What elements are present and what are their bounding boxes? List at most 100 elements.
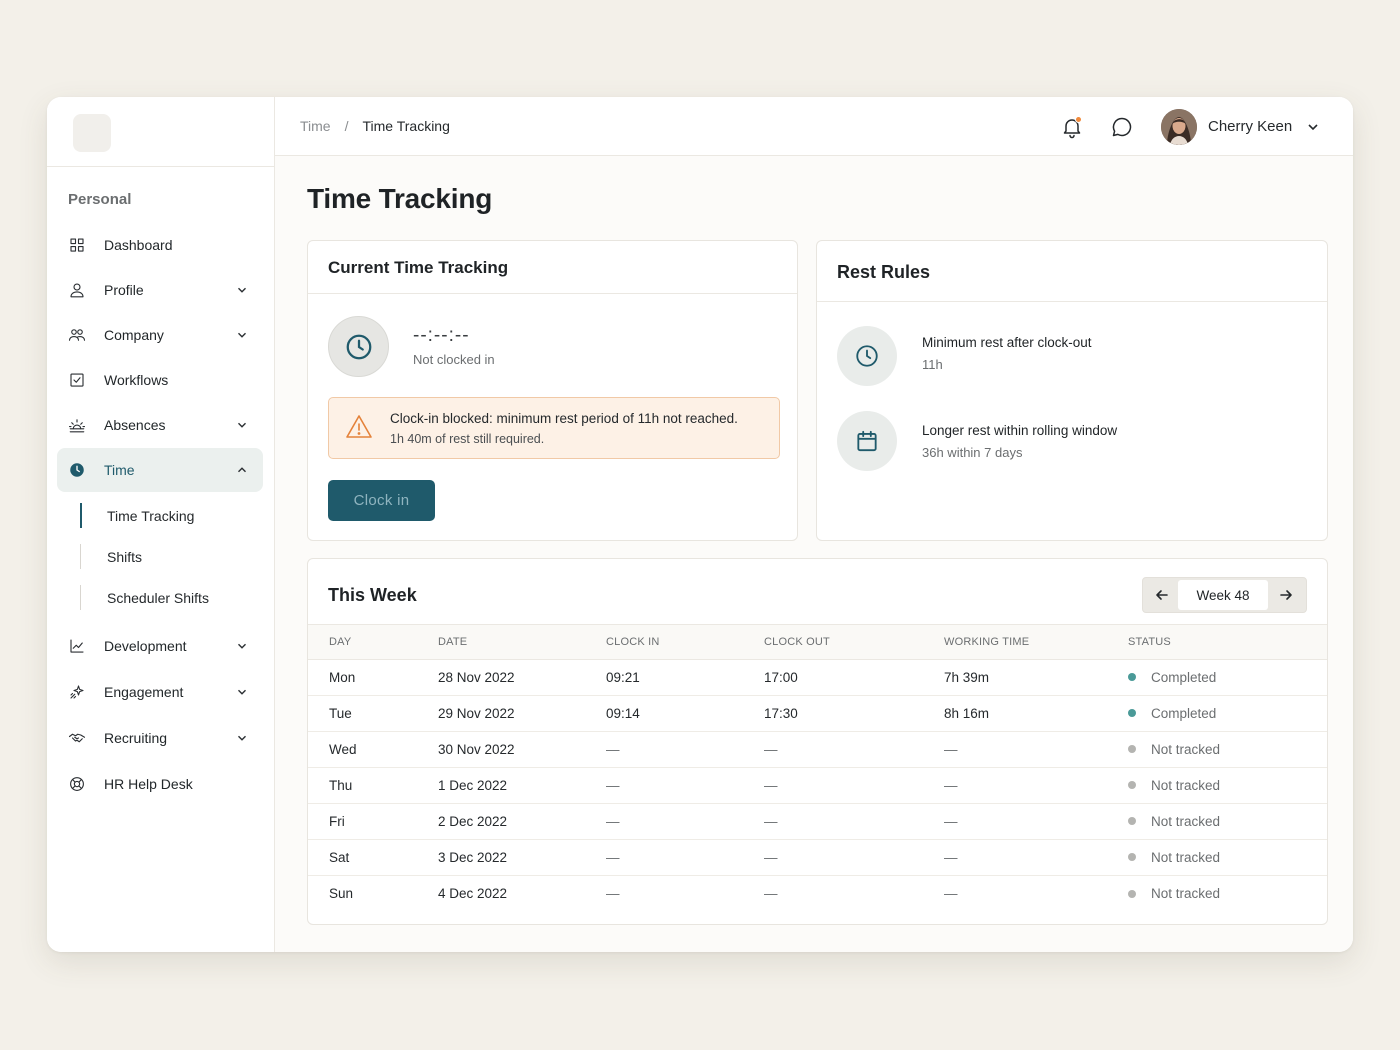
chevron-up-icon[interactable] xyxy=(235,463,249,477)
clock-status: Not clocked in xyxy=(413,352,495,367)
column-header-day: DAY xyxy=(329,636,352,648)
cell-day: Wed xyxy=(329,742,357,757)
week-table: DAY DATE CLOCK IN CLOCK OUT WORKING TIME… xyxy=(308,624,1327,912)
sidebar-item-label: Absences xyxy=(104,417,166,433)
table-row[interactable]: Thu 1 Dec 2022 — — — Not tracked xyxy=(308,768,1327,804)
table-row[interactable]: Sun 4 Dec 2022 — — — Not tracked xyxy=(308,876,1327,912)
main-content: Time / Time Tracking Cherry Keen Time Tr… xyxy=(275,97,1353,952)
cell-status: Not tracked xyxy=(1128,876,1327,912)
cell-clock-in: — xyxy=(606,778,620,793)
rest-rules-card: Rest Rules Minimum rest after clock-out … xyxy=(816,240,1328,541)
logo-area xyxy=(47,97,274,167)
page-title: Time Tracking xyxy=(307,183,493,214)
sidebar-item-absences[interactable]: Absences xyxy=(57,403,263,447)
column-header-clock-in: CLOCK IN xyxy=(606,636,660,648)
cell-working-time: 8h 16m xyxy=(944,706,990,721)
calendar-icon xyxy=(837,411,897,471)
cell-date: 30 Nov 2022 xyxy=(438,742,515,757)
table-row[interactable]: Tue 29 Nov 2022 09:14 17:30 8h 16m Completed xyxy=(308,696,1327,732)
logo[interactable] xyxy=(73,114,111,152)
card-title: Rest Rules xyxy=(837,262,931,282)
cell-day: Mon xyxy=(329,670,356,685)
card-header: Rest Rules xyxy=(817,241,1327,302)
cell-status: Completed xyxy=(1128,696,1327,732)
sparkle-icon xyxy=(67,682,87,702)
sidebar-item-profile[interactable]: Profile xyxy=(57,268,263,312)
sidebar-item-company[interactable]: Company xyxy=(57,313,263,357)
lifebuoy-icon xyxy=(67,774,87,794)
clock-icon xyxy=(67,460,87,480)
cell-day: Sat xyxy=(329,850,350,865)
breadcrumb-time[interactable]: Time xyxy=(300,118,331,134)
cell-status: Not tracked xyxy=(1128,732,1327,768)
section-label: Personal xyxy=(68,191,132,208)
chevron-down-icon[interactable] xyxy=(1305,119,1321,135)
sidebar-item-development[interactable]: Development xyxy=(57,624,263,668)
status-badge: Not tracked xyxy=(1151,778,1221,793)
status-badge: Completed xyxy=(1151,706,1217,721)
chevron-down-icon[interactable] xyxy=(235,283,249,297)
topbar: Time / Time Tracking Cherry Keen xyxy=(275,97,1353,156)
cell-clock-out: — xyxy=(764,886,778,902)
cell-date: 1 Dec 2022 xyxy=(438,778,508,793)
grid-icon xyxy=(67,235,87,255)
status-dot xyxy=(1128,745,1136,754)
breadcrumb-current: Time Tracking xyxy=(362,118,450,134)
user-name[interactable]: Cherry Keen xyxy=(1208,118,1292,135)
arrow-left-icon[interactable] xyxy=(1153,586,1171,604)
cell-clock-in: 09:14 xyxy=(606,706,640,721)
avatar[interactable] xyxy=(1161,109,1197,145)
sidebar-subitem-scheduler-shifts[interactable]: Scheduler Shifts xyxy=(80,577,263,618)
table-row[interactable]: Wed 30 Nov 2022 — — — Not tracked xyxy=(308,732,1327,768)
table-row[interactable]: Fri 2 Dec 2022 — — — Not tracked xyxy=(308,804,1327,840)
arrow-right-icon[interactable] xyxy=(1277,586,1295,604)
sidebar-item-label: Profile xyxy=(104,282,144,298)
chevron-down-icon[interactable] xyxy=(235,328,249,342)
chevron-down-icon[interactable] xyxy=(235,418,249,432)
cell-day: Fri xyxy=(329,814,345,829)
cell-working-time: — xyxy=(944,742,958,757)
sidebar: Personal Dashboard Profile Company Workf… xyxy=(47,97,275,952)
sidebar-item-engagement[interactable]: Engagement xyxy=(57,670,263,714)
status-badge: Not tracked xyxy=(1151,886,1221,902)
status-dot xyxy=(1128,673,1136,682)
sidebar-subitem-time-tracking[interactable]: Time Tracking xyxy=(79,495,263,536)
chat-icon[interactable] xyxy=(1110,115,1134,139)
cell-date: 3 Dec 2022 xyxy=(438,850,508,865)
status-badge: Not tracked xyxy=(1151,814,1221,829)
status-dot xyxy=(1128,709,1136,718)
cell-clock-in: — xyxy=(606,850,620,865)
cell-clock-in: — xyxy=(606,742,620,757)
table-row[interactable]: Mon 28 Nov 2022 09:21 17:00 7h 39m Completed xyxy=(308,660,1327,696)
chevron-down-icon[interactable] xyxy=(235,731,249,745)
column-header-clock-out: CLOCK OUT xyxy=(764,636,830,648)
sidebar-item-workflows[interactable]: Workflows xyxy=(57,358,263,402)
chevron-down-icon[interactable] xyxy=(235,639,249,653)
sidebar-subitem-shifts[interactable]: Shifts xyxy=(80,536,263,577)
cell-working-time: 7h 39m xyxy=(944,670,990,685)
sidebar-item-recruiting[interactable]: Recruiting xyxy=(57,716,263,760)
sidebar-item-dashboard[interactable]: Dashboard xyxy=(57,223,263,267)
card-title: This Week xyxy=(328,585,417,605)
sidebar-item-label: Workflows xyxy=(104,372,169,388)
status-dot xyxy=(1128,817,1136,826)
cell-date: 4 Dec 2022 xyxy=(438,886,508,902)
sidebar-item-time[interactable]: Time xyxy=(57,448,263,492)
handshake-icon xyxy=(67,728,87,748)
week-label[interactable]: Week 48 xyxy=(1178,580,1268,610)
table-row[interactable]: Sat 3 Dec 2022 — — — Not tracked xyxy=(308,840,1327,876)
breadcrumb-separator: / xyxy=(344,118,349,134)
sidebar-item-hr-help-desk[interactable]: HR Help Desk xyxy=(57,762,263,806)
table-header-row: DAY DATE CLOCK IN CLOCK OUT WORKING TIME… xyxy=(308,624,1327,660)
cell-status: Completed xyxy=(1128,660,1327,696)
chevron-down-icon[interactable] xyxy=(235,685,249,699)
sidebar-item-label: Company xyxy=(104,327,164,343)
team-icon xyxy=(67,325,87,345)
status-dot xyxy=(1128,853,1136,862)
bell-icon[interactable] xyxy=(1060,115,1084,139)
rule-title: Longer rest within rolling window xyxy=(922,423,1118,438)
clock-in-button[interactable]: Clock in xyxy=(328,480,435,521)
column-header-date: DATE xyxy=(438,636,468,648)
status-dot xyxy=(1128,889,1136,898)
cell-clock-out: 17:30 xyxy=(764,706,798,721)
